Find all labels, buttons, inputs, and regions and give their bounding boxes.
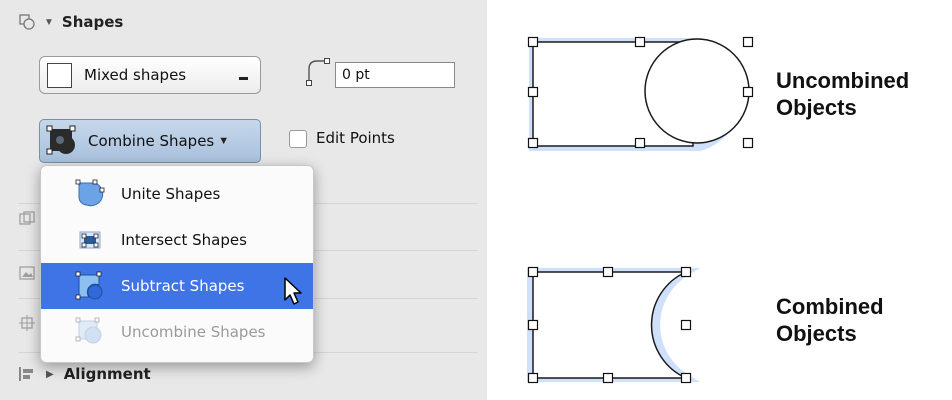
combine-shapes-icon: [46, 125, 76, 155]
disclosure-open-icon[interactable]: ▼: [44, 17, 54, 28]
caption-line: Uncombined: [776, 68, 910, 93]
stroke-width-field[interactable]: 0 pt: [335, 62, 455, 88]
menu-item-uncombine-shapes: Uncombine Shapes: [41, 309, 313, 355]
uncombined-shapes-figure: [527, 36, 754, 151]
edit-points-checkbox[interactable]: [289, 130, 307, 148]
menu-item-unite-shapes[interactable]: Unite Shapes: [41, 171, 313, 217]
section-title: Shapes: [61, 13, 124, 31]
chevron-down-icon: ▼: [218, 135, 230, 147]
menu-item-subtract-shapes[interactable]: Subtract Shapes: [41, 263, 313, 309]
alignment-title: Alignment: [63, 365, 151, 383]
mouse-pointer-icon: [284, 277, 302, 305]
unite-shapes-icon: [75, 179, 105, 207]
shapes-section-icon: [19, 14, 35, 30]
uncombined-caption: Uncombined Objects: [776, 67, 909, 121]
combine-shapes-menu: Unite Shapes Intersect Shapes Subtract S…: [40, 165, 314, 363]
intersect-shapes-icon: [79, 231, 101, 249]
combined-shapes-figure: [527, 266, 701, 384]
menu-item-intersect-shapes[interactable]: Intersect Shapes: [41, 217, 313, 263]
edit-points-label[interactable]: Edit Points: [316, 129, 395, 147]
menu-item-label: Unite Shapes: [121, 185, 221, 203]
geometry-section-icon: [19, 211, 35, 225]
arrange-section-icon: [19, 315, 35, 331]
popup-arrow-icon: [239, 77, 248, 80]
alignment-section-icon: [19, 367, 33, 381]
alignment-section-header[interactable]: ▶ Alignment: [18, 362, 151, 386]
fill-popup-label: Mixed shapes: [84, 66, 187, 84]
combined-caption: Combined Objects: [776, 293, 884, 347]
caption-line: Objects: [776, 95, 857, 120]
caption-line: Combined: [776, 294, 884, 319]
combine-shapes-label: Combine Shapes: [88, 132, 215, 150]
caption-line: Objects: [776, 321, 857, 346]
combine-shapes-button[interactable]: Combine Shapes ▼: [39, 119, 261, 163]
menu-item-label: Intersect Shapes: [121, 231, 247, 249]
disclosure-closed-icon[interactable]: ▶: [46, 369, 54, 380]
fill-swatch: [47, 62, 72, 88]
uncombine-shapes-icon: [75, 317, 102, 344]
shapes-illustration: [527, 36, 754, 384]
fill-style-popup[interactable]: Mixed shapes: [39, 56, 261, 94]
menu-item-label: Uncombine Shapes: [121, 323, 266, 341]
menu-item-label: Subtract Shapes: [121, 277, 245, 295]
image-section-icon: [19, 266, 35, 280]
stroke-corner-icon: [306, 58, 330, 86]
subtract-shapes-icon: [75, 271, 103, 300]
shapes-section-header[interactable]: ▼ Shapes: [18, 10, 123, 34]
